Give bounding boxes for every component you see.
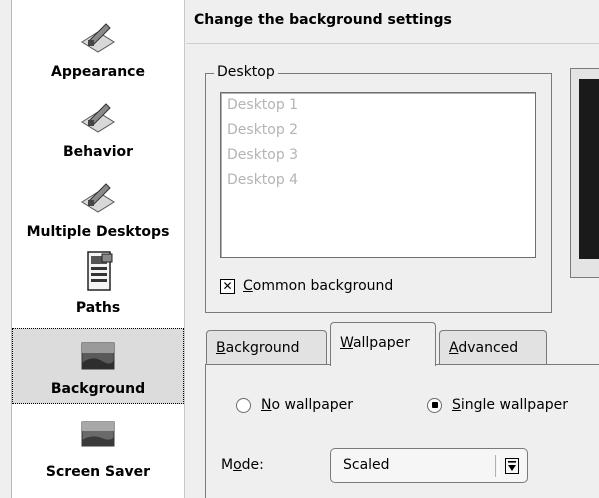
single-wallpaper-option[interactable]: Single wallpaper <box>427 397 568 413</box>
monitor-preview <box>570 68 599 278</box>
appearance-icon <box>81 23 115 53</box>
sidebar-item-screen-saver[interactable]: Screen Saver <box>12 410 184 486</box>
sidebar-item-appearance[interactable]: Appearance <box>12 10 184 86</box>
no-wallpaper-radio[interactable] <box>236 397 251 413</box>
sidebar-item-multiple-desktops[interactable]: Multiple Desktops <box>12 170 184 246</box>
background-icon <box>81 342 115 370</box>
paths-icon <box>87 251 113 291</box>
multiple-desktops-icon <box>81 183 115 213</box>
sidebar-item-label: Behavior <box>62 144 134 160</box>
screen-saver-icon <box>81 421 115 447</box>
radio-selected-dot <box>431 402 438 408</box>
desktop-list[interactable]: Desktop 1 Desktop 2 Desktop 3 Desktop 4 <box>220 92 536 258</box>
single-wallpaper-radio[interactable] <box>427 397 442 413</box>
mode-select-value: Scaled <box>343 457 390 473</box>
tab-advanced[interactable]: Advanced <box>439 330 547 364</box>
sidebar-item-paths[interactable]: Paths <box>12 246 184 322</box>
sidebar-item-label: Background <box>50 381 146 397</box>
sidebar-item-label: Appearance <box>51 64 145 80</box>
mode-select[interactable]: Scaled <box>330 448 528 483</box>
common-background-checkbox[interactable]: ✕ <box>220 278 235 294</box>
list-item[interactable]: Desktop 3 <box>221 143 535 168</box>
tab-wallpaper[interactable]: Wallpaper <box>330 322 436 366</box>
tab-background[interactable]: Background <box>206 330 327 364</box>
behavior-icon <box>81 103 115 133</box>
page-header: Change the background settings <box>186 0 599 44</box>
desktop-groupbox: Desktop Desktop 1 Desktop 2 Desktop 3 De… <box>205 64 552 313</box>
list-item[interactable]: Desktop 1 <box>221 93 535 118</box>
sidebar-item-label: Multiple Desktops <box>26 224 170 240</box>
list-item[interactable]: Desktop 4 <box>221 168 535 193</box>
desktop-group-legend: Desktop <box>214 64 278 80</box>
chevron-down-icon <box>505 458 519 474</box>
monitor-screen <box>579 79 599 259</box>
sidebar-item-behavior[interactable]: Behavior <box>12 90 184 166</box>
sidebar-item-background[interactable]: Background <box>12 328 184 404</box>
dropdown-arrow-icon[interactable] <box>503 456 521 476</box>
sidebar-item-label: Paths <box>75 300 121 316</box>
common-background-option[interactable]: ✕ Common background <box>220 276 393 296</box>
combo-separator <box>495 455 499 477</box>
sidebar-item-label: Screen Saver <box>45 464 151 480</box>
no-wallpaper-label: No wallpaper <box>261 397 354 413</box>
page-title: Change the background settings <box>194 12 452 28</box>
no-wallpaper-option[interactable]: No wallpaper <box>236 397 353 413</box>
list-item[interactable]: Desktop 2 <box>221 118 535 143</box>
common-background-label: Common background <box>243 278 394 294</box>
single-wallpaper-label: Single wallpaper <box>452 397 569 413</box>
sidebar: Appearance Behavior Multiple Desktops Pa… <box>0 0 185 498</box>
mode-label: Mode: <box>221 457 264 473</box>
